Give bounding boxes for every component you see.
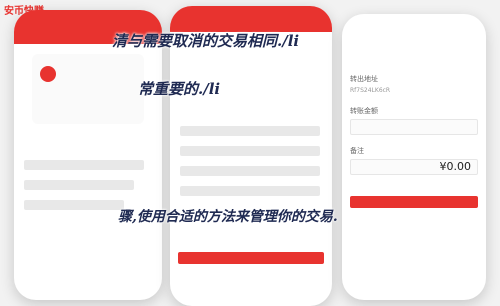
submit-button[interactable] bbox=[350, 196, 478, 208]
list-item[interactable] bbox=[24, 200, 124, 210]
note-group: 备注 ¥0.00 bbox=[350, 146, 478, 175]
list-item[interactable] bbox=[180, 186, 320, 196]
to-address-value[interactable]: Rf7S24LK6cR bbox=[350, 87, 478, 94]
list-item[interactable] bbox=[24, 180, 134, 190]
header-bar bbox=[170, 6, 332, 32]
phone-left bbox=[14, 10, 162, 300]
list-item[interactable] bbox=[24, 160, 144, 170]
list-item[interactable] bbox=[180, 126, 320, 136]
coin-logo-icon bbox=[40, 66, 56, 82]
confirm-button[interactable] bbox=[178, 252, 324, 264]
to-address-label: 转出地址 bbox=[350, 75, 378, 83]
phone-middle bbox=[170, 6, 332, 306]
list-item[interactable] bbox=[180, 146, 320, 156]
amount-field[interactable] bbox=[350, 119, 478, 135]
overlay-text-line-3: 骤,使用合适的方法来管理你的交易. bbox=[118, 209, 338, 225]
phone-right: 转出地址 Rf7S24LK6cR 转账金额 备注 ¥0.00 bbox=[342, 14, 486, 300]
overlay-text-line-1: 清与需要取消的交易相同./li bbox=[112, 32, 300, 50]
overlay-text-line-2: 常重要的./li bbox=[138, 80, 221, 98]
fee-field[interactable]: ¥0.00 bbox=[350, 159, 478, 175]
amount-label: 转账金额 bbox=[350, 107, 378, 115]
wallet-card[interactable] bbox=[32, 54, 144, 124]
to-address-group: 转出地址 Rf7S24LK6cR bbox=[350, 74, 478, 94]
amount-group: 转账金额 bbox=[350, 106, 478, 135]
list-item[interactable] bbox=[180, 166, 320, 176]
note-label: 备注 bbox=[350, 147, 364, 155]
